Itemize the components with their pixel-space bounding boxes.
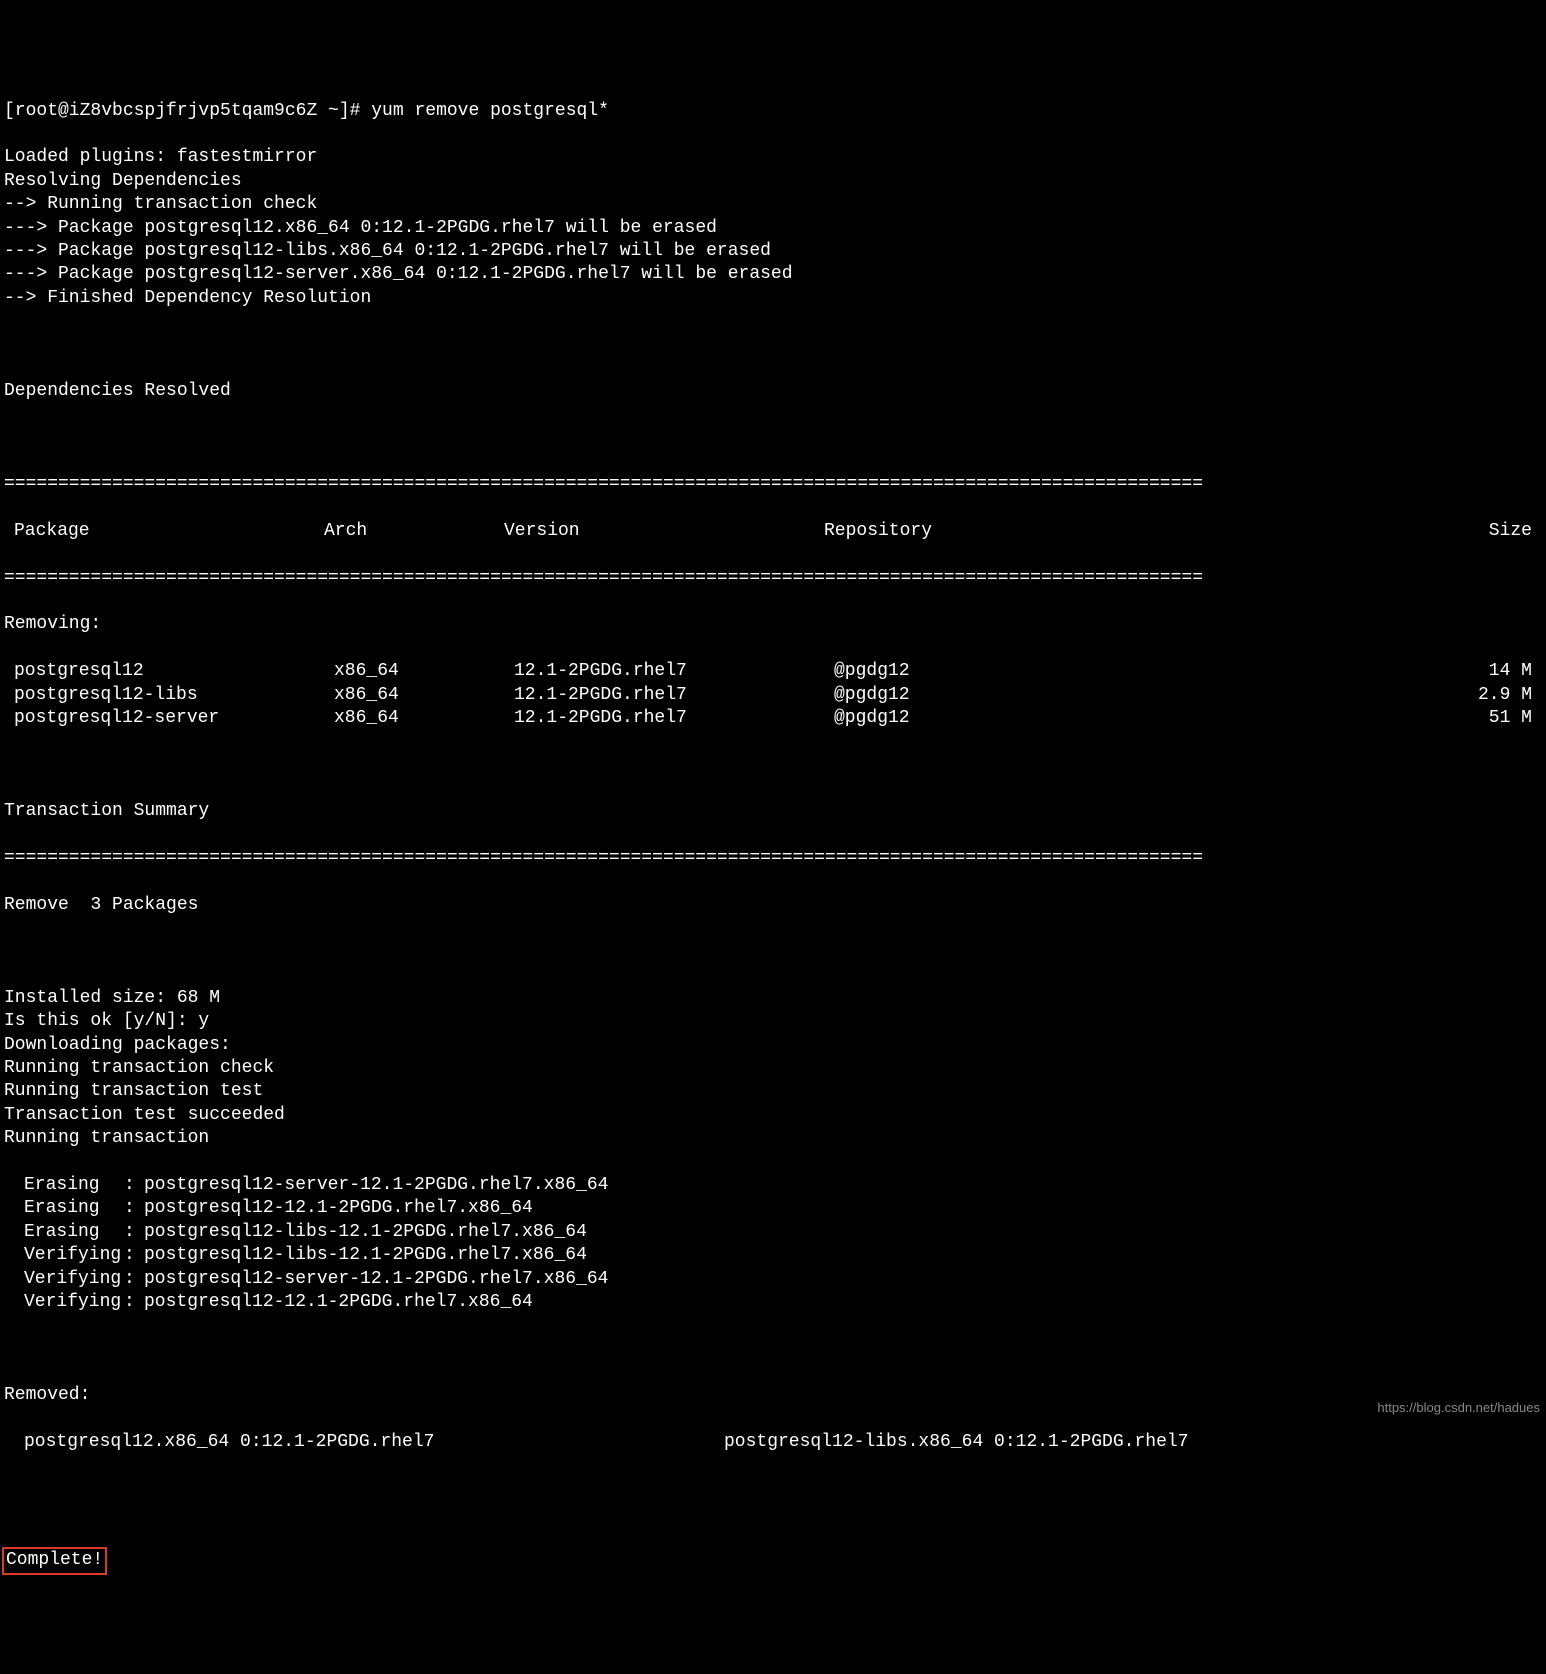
output-line: Transaction test succeeded xyxy=(4,1104,1542,1127)
remove-count: Remove 3 Packages xyxy=(4,894,1542,917)
colon: : xyxy=(124,1268,144,1291)
output-line: Running transaction xyxy=(4,1127,1542,1150)
divider-mid: ========================================… xyxy=(4,567,1542,590)
complete-highlight: Complete! xyxy=(2,1547,107,1574)
output-line: Running transaction check xyxy=(4,1057,1542,1080)
cell-package: postgresql12-libs xyxy=(4,684,334,707)
table-header-row: Package Arch Version Repository Size xyxy=(4,520,1542,543)
transaction-row: Verifying:postgresql12-12.1-2PGDG.rhel7.… xyxy=(4,1291,1542,1314)
output-line: Installed size: 68 M xyxy=(4,987,1542,1010)
output-line: Loaded plugins: fastestmirror xyxy=(4,146,1542,169)
transaction-package: postgresql12-12.1-2PGDG.rhel7.x86_64 xyxy=(144,1291,1542,1314)
complete-text: Complete! xyxy=(6,1550,103,1570)
removed-pkg-1: postgresql12.x86_64 0:12.1-2PGDG.rhel7 xyxy=(4,1431,724,1454)
transaction-package: postgresql12-libs-12.1-2PGDG.rhel7.x86_6… xyxy=(144,1221,1542,1244)
transaction-action: Erasing xyxy=(4,1221,124,1244)
cell-size: 2.9 M xyxy=(1472,684,1532,707)
cell-version: 12.1-2PGDG.rhel7 xyxy=(514,707,834,730)
output-line: Is this ok [y/N]: y xyxy=(4,1010,1542,1033)
transaction-row: Verifying:postgresql12-server-12.1-2PGDG… xyxy=(4,1268,1542,1291)
output-line: Downloading packages: xyxy=(4,1034,1542,1057)
transaction-action: Verifying xyxy=(4,1244,124,1267)
table-row: postgresql12-serverx86_6412.1-2PGDG.rhel… xyxy=(4,707,1542,730)
cell-version: 12.1-2PGDG.rhel7 xyxy=(514,684,834,707)
transaction-summary: Transaction Summary xyxy=(4,800,1542,823)
cell-arch: x86_64 xyxy=(334,707,514,730)
transaction-action: Verifying xyxy=(4,1268,124,1291)
removed-label: Removed: xyxy=(4,1384,1542,1407)
transaction-row: Erasing:postgresql12-libs-12.1-2PGDG.rhe… xyxy=(4,1221,1542,1244)
header-size: Size xyxy=(1472,520,1532,543)
transaction-package: postgresql12-libs-12.1-2PGDG.rhel7.x86_6… xyxy=(144,1244,1542,1267)
cell-repo: @pgdg12 xyxy=(834,707,1034,730)
table-row: postgresql12x86_6412.1-2PGDG.rhel7@pgdg1… xyxy=(4,660,1542,683)
prompt-line: [root@iZ8vbcspjfrjvp5tqam9c6Z ~]# yum re… xyxy=(4,100,1542,123)
watermark: https://blog.csdn.net/hadues xyxy=(1377,1400,1540,1417)
transaction-action: Verifying xyxy=(4,1291,124,1314)
colon: : xyxy=(124,1197,144,1220)
transaction-row: Erasing:postgresql12-12.1-2PGDG.rhel7.x8… xyxy=(4,1197,1542,1220)
output-line: ---> Package postgresql12-server.x86_64 … xyxy=(4,263,1542,286)
removed-row: postgresql12.x86_64 0:12.1-2PGDG.rhel7 p… xyxy=(4,1431,1542,1454)
output-line: --> Running transaction check xyxy=(4,193,1542,216)
header-version: Version xyxy=(504,520,824,543)
transaction-package: postgresql12-server-12.1-2PGDG.rhel7.x86… xyxy=(144,1174,1542,1197)
cell-version: 12.1-2PGDG.rhel7 xyxy=(514,660,834,683)
header-repo: Repository xyxy=(824,520,1024,543)
transaction-package: postgresql12-12.1-2PGDG.rhel7.x86_64 xyxy=(144,1197,1542,1220)
transaction-row: Erasing:postgresql12-server-12.1-2PGDG.r… xyxy=(4,1174,1542,1197)
header-package: Package xyxy=(4,520,324,543)
cell-size: 14 M xyxy=(1472,660,1532,683)
output-line: --> Finished Dependency Resolution xyxy=(4,287,1542,310)
colon: : xyxy=(124,1221,144,1244)
transaction-action: Erasing xyxy=(4,1174,124,1197)
cell-package: postgresql12-server xyxy=(4,707,334,730)
cell-repo: @pgdg12 xyxy=(834,660,1034,683)
divider-bottom: ========================================… xyxy=(4,847,1542,870)
output-line: ---> Package postgresql12-libs.x86_64 0:… xyxy=(4,240,1542,263)
divider-top: ========================================… xyxy=(4,473,1542,496)
colon: : xyxy=(124,1244,144,1267)
transaction-action: Erasing xyxy=(4,1197,124,1220)
removed-pkg-2: postgresql12-libs.x86_64 0:12.1-2PGDG.rh… xyxy=(724,1431,1542,1454)
table-row: postgresql12-libsx86_6412.1-2PGDG.rhel7@… xyxy=(4,684,1542,707)
output-line: ---> Package postgresql12.x86_64 0:12.1-… xyxy=(4,217,1542,240)
colon: : xyxy=(124,1174,144,1197)
output-line: Running transaction test xyxy=(4,1080,1542,1103)
removing-label: Removing: xyxy=(4,613,1542,636)
cell-arch: x86_64 xyxy=(334,660,514,683)
transaction-row: Verifying:postgresql12-libs-12.1-2PGDG.r… xyxy=(4,1244,1542,1267)
deps-resolved: Dependencies Resolved xyxy=(4,380,1542,403)
colon: : xyxy=(124,1291,144,1314)
transaction-package: postgresql12-server-12.1-2PGDG.rhel7.x86… xyxy=(144,1268,1542,1291)
cell-repo: @pgdg12 xyxy=(834,684,1034,707)
cell-package: postgresql12 xyxy=(4,660,334,683)
output-line: Resolving Dependencies xyxy=(4,170,1542,193)
cell-size: 51 M xyxy=(1472,707,1532,730)
header-arch: Arch xyxy=(324,520,504,543)
cell-arch: x86_64 xyxy=(334,684,514,707)
